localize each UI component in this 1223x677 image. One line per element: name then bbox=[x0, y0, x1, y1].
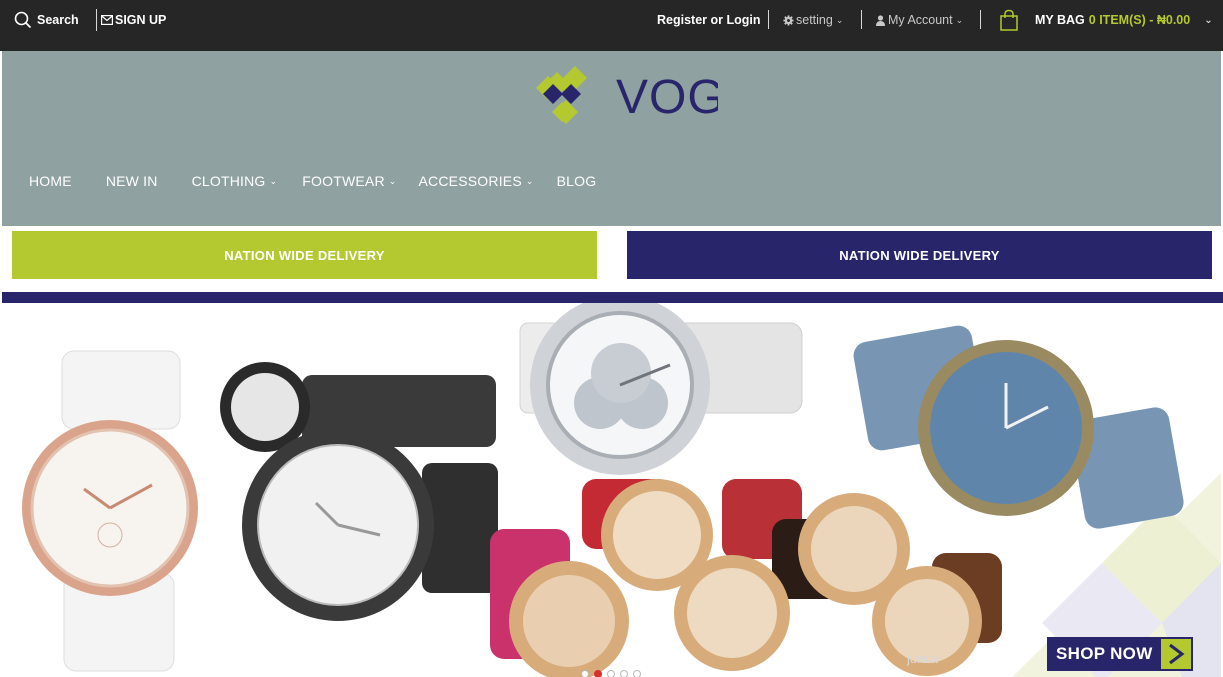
nav-item-label: HOME bbox=[29, 173, 72, 189]
nav-item-accessories[interactable]: ACCESSORIES ⌄ bbox=[419, 173, 534, 189]
signup-link[interactable]: SIGN UP bbox=[101, 0, 166, 40]
shop-now-button[interactable]: SHOP NOW bbox=[1047, 637, 1193, 671]
watch-image bbox=[853, 325, 1184, 529]
slide-image bbox=[22, 303, 1221, 677]
signup-label: SIGN UP bbox=[115, 13, 167, 27]
nav-item-new-in[interactable]: NEW IN bbox=[106, 173, 158, 189]
main-nav: HOME NEW IN CLOTHING ⌄ FOOTWEAR ⌄ ACCESS… bbox=[29, 171, 596, 191]
my-bag-label: MY BAG bbox=[1035, 13, 1085, 27]
brand-name: VOGA bbox=[616, 71, 718, 124]
nav-item-footwear[interactable]: FOOTWEAR ⌄ bbox=[302, 173, 396, 189]
nav-item-home[interactable]: HOME bbox=[29, 173, 72, 189]
chevron-down-icon: ⌄ bbox=[269, 175, 278, 186]
nav-item-label: FOOTWEAR bbox=[302, 173, 385, 189]
gear-icon bbox=[783, 14, 794, 26]
delivery-banner-left[interactable]: NATION WIDE DELIVERY bbox=[12, 231, 597, 279]
shopping-bag-icon bbox=[999, 9, 1019, 31]
slide-watermark: jumia bbox=[907, 651, 939, 666]
top-bar: Search SIGN UP Register or Login setting… bbox=[0, 0, 1223, 51]
slider-dot[interactable] bbox=[607, 670, 615, 677]
slider-pagination bbox=[581, 670, 641, 677]
logo[interactable]: VOGA bbox=[518, 60, 758, 128]
search-label: Search bbox=[37, 13, 79, 27]
chevron-down-icon: ⌄ bbox=[525, 175, 534, 186]
my-account-label: My Account bbox=[888, 13, 953, 27]
nav-item-label: NEW IN bbox=[105, 173, 158, 189]
delivery-banner-label: NATION WIDE DELIVERY bbox=[224, 247, 385, 263]
watch-image bbox=[490, 479, 1002, 677]
setting-label: setting bbox=[796, 13, 833, 27]
site-header: VOGA HOME NEW IN CLOTHING ⌄ FOOTWEAR ⌄ A… bbox=[2, 51, 1221, 226]
nav-item-clothing[interactable]: CLOTHING ⌄ bbox=[192, 173, 278, 189]
mail-icon bbox=[101, 15, 113, 25]
nav-item-label: BLOG bbox=[556, 173, 597, 189]
watch-image bbox=[519, 303, 803, 475]
delivery-banner-label: NATION WIDE DELIVERY bbox=[839, 247, 1000, 263]
nav-item-blog[interactable]: BLOG bbox=[557, 173, 597, 189]
chevron-down-icon: ⌄ bbox=[835, 14, 844, 25]
nav-item-label: ACCESSORIES bbox=[418, 173, 522, 189]
slider-dot[interactable] bbox=[581, 670, 589, 677]
delivery-banner-right[interactable]: NATION WIDE DELIVERY bbox=[627, 231, 1212, 279]
slider-dot-active[interactable] bbox=[594, 670, 602, 677]
search-icon bbox=[14, 11, 32, 29]
divider-stripe bbox=[2, 292, 1223, 303]
hero-slider[interactable]: SHOP NOW jumia bbox=[2, 303, 1221, 677]
divider bbox=[861, 10, 862, 29]
slider-dot[interactable] bbox=[633, 670, 641, 677]
setting-dropdown[interactable]: setting ⌄ bbox=[783, 0, 843, 40]
divider bbox=[768, 10, 769, 29]
nav-item-label: CLOTHING bbox=[191, 173, 266, 189]
chevron-down-icon: ⌄ bbox=[955, 14, 964, 25]
divider bbox=[980, 10, 981, 29]
arrow-right-icon bbox=[1161, 639, 1191, 669]
bag-status: 0 ITEM(S) - ₦0.00 bbox=[1088, 13, 1191, 27]
watch-image bbox=[220, 362, 498, 621]
logo-mark-icon bbox=[536, 66, 587, 124]
chevron-down-icon: ⌄ bbox=[1204, 14, 1213, 26]
watch-image bbox=[22, 350, 198, 672]
user-icon bbox=[876, 14, 885, 26]
register-login-label: Register or Login bbox=[657, 13, 761, 27]
slider-dot[interactable] bbox=[620, 670, 628, 677]
my-bag-button[interactable]: MY BAG 0 ITEM(S) - ₦0.00 ⌄ bbox=[999, 0, 1213, 40]
search-link[interactable]: Search bbox=[14, 0, 79, 40]
shop-now-label: SHOP NOW bbox=[1056, 644, 1153, 663]
register-login-link[interactable]: Register or Login bbox=[657, 0, 760, 40]
my-account-dropdown[interactable]: My Account ⌄ bbox=[876, 0, 963, 40]
divider bbox=[96, 9, 97, 31]
chevron-down-icon: ⌄ bbox=[388, 175, 397, 186]
